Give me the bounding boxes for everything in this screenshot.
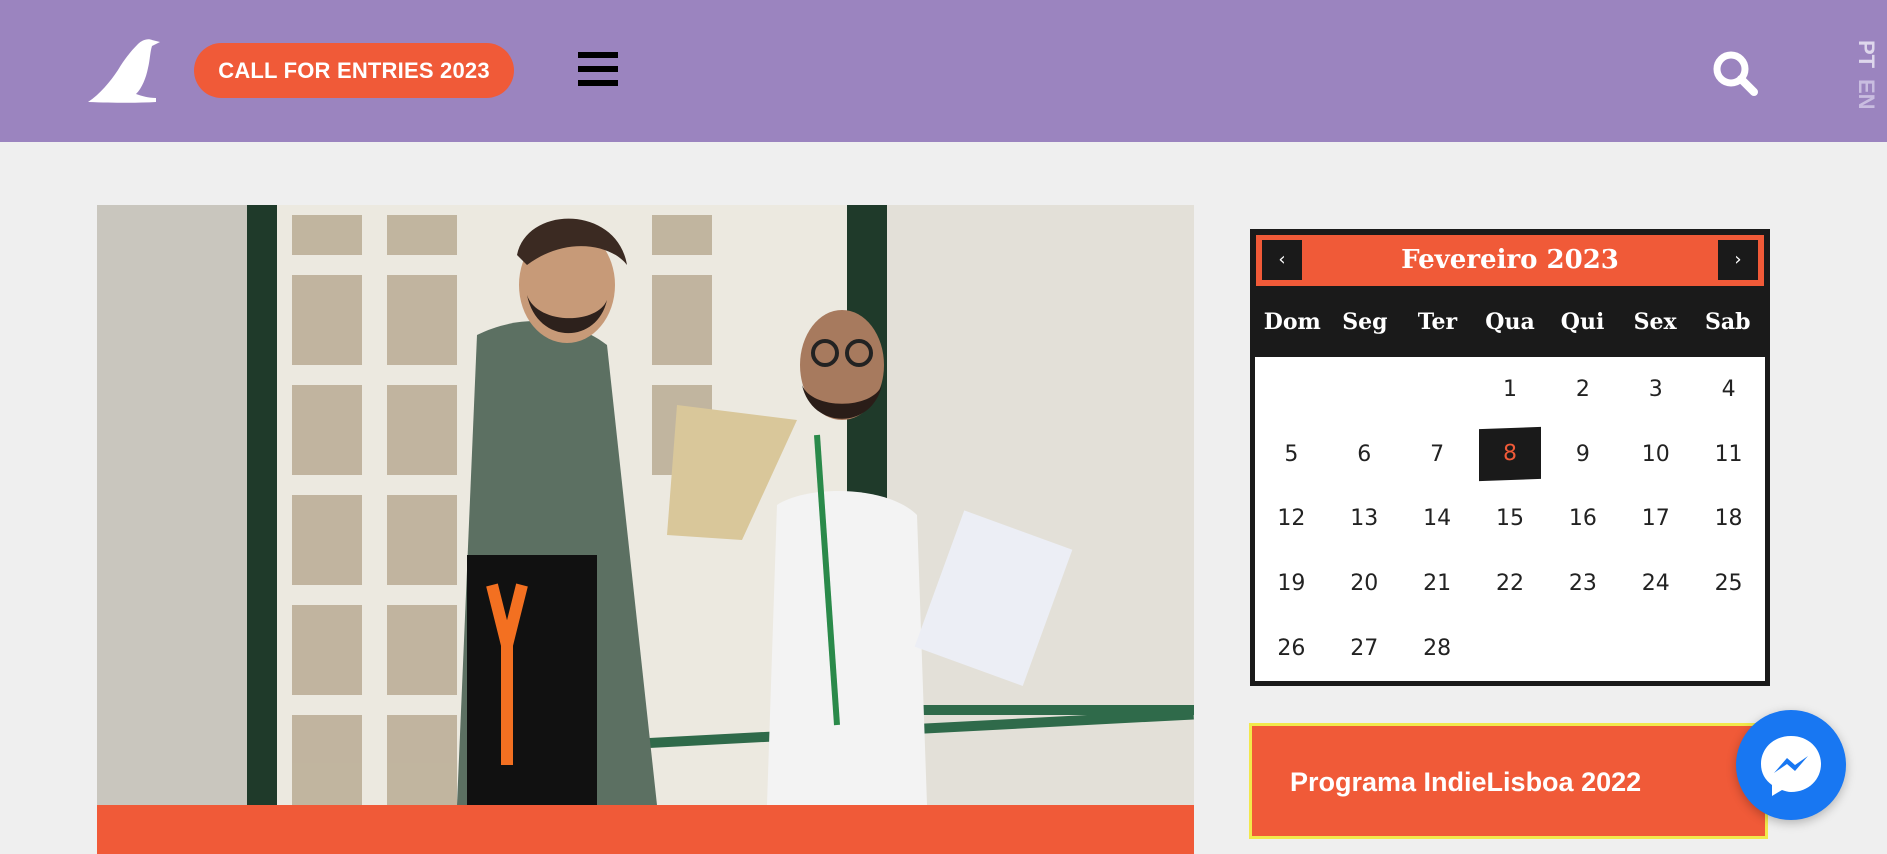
calendar-day[interactable]: 27 [1328, 616, 1401, 681]
calendar-day[interactable]: 19 [1255, 551, 1328, 616]
lang-en-link[interactable]: EN [1841, 79, 1881, 110]
calendar-day[interactable]: 23 [1546, 551, 1619, 616]
calendar-day[interactable]: 7 [1401, 422, 1474, 487]
calendar-days-grid: 1 2 3 4 5 6 7 8 9 10 11 12 13 14 15 16 17 18 19 20 21 22 23 24 2… [1255, 357, 1765, 681]
calendar-day[interactable]: 26 [1255, 616, 1328, 681]
weekday-label: Qui [1560, 309, 1605, 335]
programa-button[interactable]: Programa IndieLisboa 2022 [1249, 723, 1768, 839]
chevron-right-icon[interactable]: › [1718, 240, 1758, 280]
programa-label: Programa IndieLisboa 2022 [1290, 767, 1642, 797]
weekday-label: Seg [1342, 309, 1388, 335]
calendar-empty-cell [1474, 616, 1547, 681]
site-header: CALL FOR ENTRIES 2023 PT EN [0, 0, 1887, 142]
messenger-chat-button[interactable] [1736, 710, 1846, 820]
calendar-day[interactable]: 6 [1328, 422, 1401, 487]
calendar-month-title: Fevereiro 2023 [1401, 245, 1619, 275]
events-calendar: Fevereiro 2023 ‹ › Dom Seg Ter Qua Qui S… [1250, 229, 1770, 686]
bird-logo-icon[interactable] [86, 36, 162, 104]
calendar-day[interactable]: 14 [1401, 487, 1474, 552]
calendar-day[interactable]: 5 [1255, 422, 1328, 487]
calendar-day[interactable]: 17 [1619, 487, 1692, 552]
search-icon[interactable] [1712, 50, 1760, 98]
calendar-empty-cell [1401, 357, 1474, 422]
hero-caption-band [97, 805, 1194, 854]
calendar-day[interactable]: 9 [1546, 422, 1619, 487]
chevron-left-icon[interactable]: ‹ [1262, 240, 1302, 280]
calendar-empty-cell [1255, 357, 1328, 422]
weekday-label: Dom [1263, 309, 1321, 335]
calendar-day[interactable]: 12 [1255, 487, 1328, 552]
calendar-day[interactable]: 18 [1692, 487, 1765, 552]
language-switcher: PT EN [1846, 34, 1879, 124]
calendar-empty-cell [1546, 616, 1619, 681]
hero-image[interactable] [97, 205, 1194, 805]
hamburger-menu-icon[interactable] [578, 52, 618, 88]
calendar-day[interactable]: 21 [1401, 551, 1474, 616]
weekday-label: Ter [1417, 309, 1458, 335]
calendar-day[interactable]: 2 [1546, 357, 1619, 422]
calendar-day[interactable]: 25 [1692, 551, 1765, 616]
calendar-empty-cell [1692, 616, 1765, 681]
call-for-entries-button[interactable]: CALL FOR ENTRIES 2023 [194, 43, 514, 98]
calendar-day[interactable]: 20 [1328, 551, 1401, 616]
calendar-day[interactable]: 24 [1619, 551, 1692, 616]
calendar-day[interactable]: 15 [1474, 487, 1547, 552]
calendar-day[interactable]: 1 [1474, 357, 1547, 422]
weekday-label: Sex [1633, 309, 1677, 335]
calendar-weekdays: Dom Seg Ter Qua Qui Sex Sab [1256, 293, 1764, 351]
calendar-day[interactable]: 13 [1328, 487, 1401, 552]
calendar-day[interactable]: 22 [1474, 551, 1547, 616]
calendar-day-selected[interactable]: 8 [1478, 427, 1541, 482]
calendar-day[interactable]: 11 [1692, 422, 1765, 487]
calendar-day[interactable]: 8 [1474, 422, 1547, 487]
weekday-label: Sab [1704, 309, 1751, 335]
weekday-label: Qua [1485, 309, 1535, 335]
lang-pt-link[interactable]: PT [1841, 39, 1881, 69]
calendar-day[interactable]: 10 [1619, 422, 1692, 487]
calendar-day[interactable]: 28 [1401, 616, 1474, 681]
calendar-day[interactable]: 16 [1546, 487, 1619, 552]
calendar-day[interactable]: 4 [1692, 357, 1765, 422]
hero-photo [97, 205, 1194, 805]
calendar-empty-cell [1619, 616, 1692, 681]
calendar-day[interactable]: 3 [1619, 357, 1692, 422]
messenger-icon [1761, 736, 1821, 796]
calendar-empty-cell [1328, 357, 1401, 422]
calendar-header: Fevereiro 2023 ‹ › [1256, 235, 1764, 286]
